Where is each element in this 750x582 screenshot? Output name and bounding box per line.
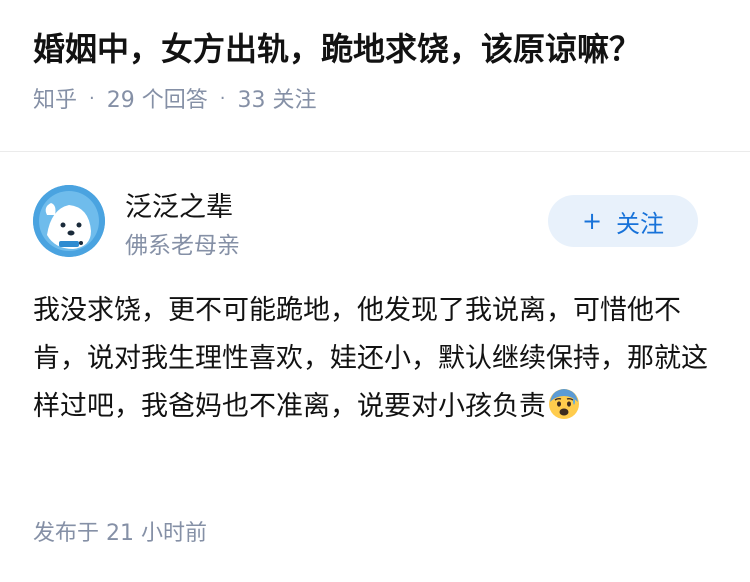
plus-icon: +	[581, 207, 603, 235]
answer-count[interactable]: 29 个回答	[107, 82, 208, 114]
source-label[interactable]: 知乎	[33, 82, 77, 114]
question-title[interactable]: 婚姻中，女方出轨，跪地求饶，该原谅嘛？	[33, 30, 723, 68]
question-header: 婚姻中，女方出轨，跪地求饶，该原谅嘛？ 知乎 · 29 个回答 · 33 关注	[33, 30, 723, 114]
follower-count[interactable]: 33 关注	[237, 82, 316, 114]
meta-separator: ·	[89, 87, 95, 109]
answer-body: 我没求饶，更不可能跪地，他发现了我说离，可惜他不肯，说对我生理性喜欢，娃还小，默…	[33, 287, 713, 436]
dog-avatar-icon	[33, 185, 105, 257]
question-meta: 知乎 · 29 个回答 · 33 关注	[33, 82, 723, 114]
anxious-face-with-sweat-icon	[548, 388, 580, 436]
follow-button[interactable]: + 关注	[548, 195, 698, 247]
follow-label: 关注	[616, 209, 665, 238]
author-row: 泛泛之辈 佛系老母亲 + 关注	[33, 183, 698, 263]
answer-text: 我没求饶，更不可能跪地，他发现了我说离，可惜他不肯，说对我生理性喜欢，娃还小，默…	[33, 295, 708, 422]
meta-separator: ·	[219, 87, 226, 109]
author-name[interactable]: 泛泛之辈	[125, 185, 233, 224]
publish-time: 发布于 21 小时前	[33, 521, 207, 546]
avatar[interactable]	[33, 185, 105, 257]
divider	[0, 151, 750, 152]
author-bio: 佛系老母亲	[125, 233, 240, 259]
